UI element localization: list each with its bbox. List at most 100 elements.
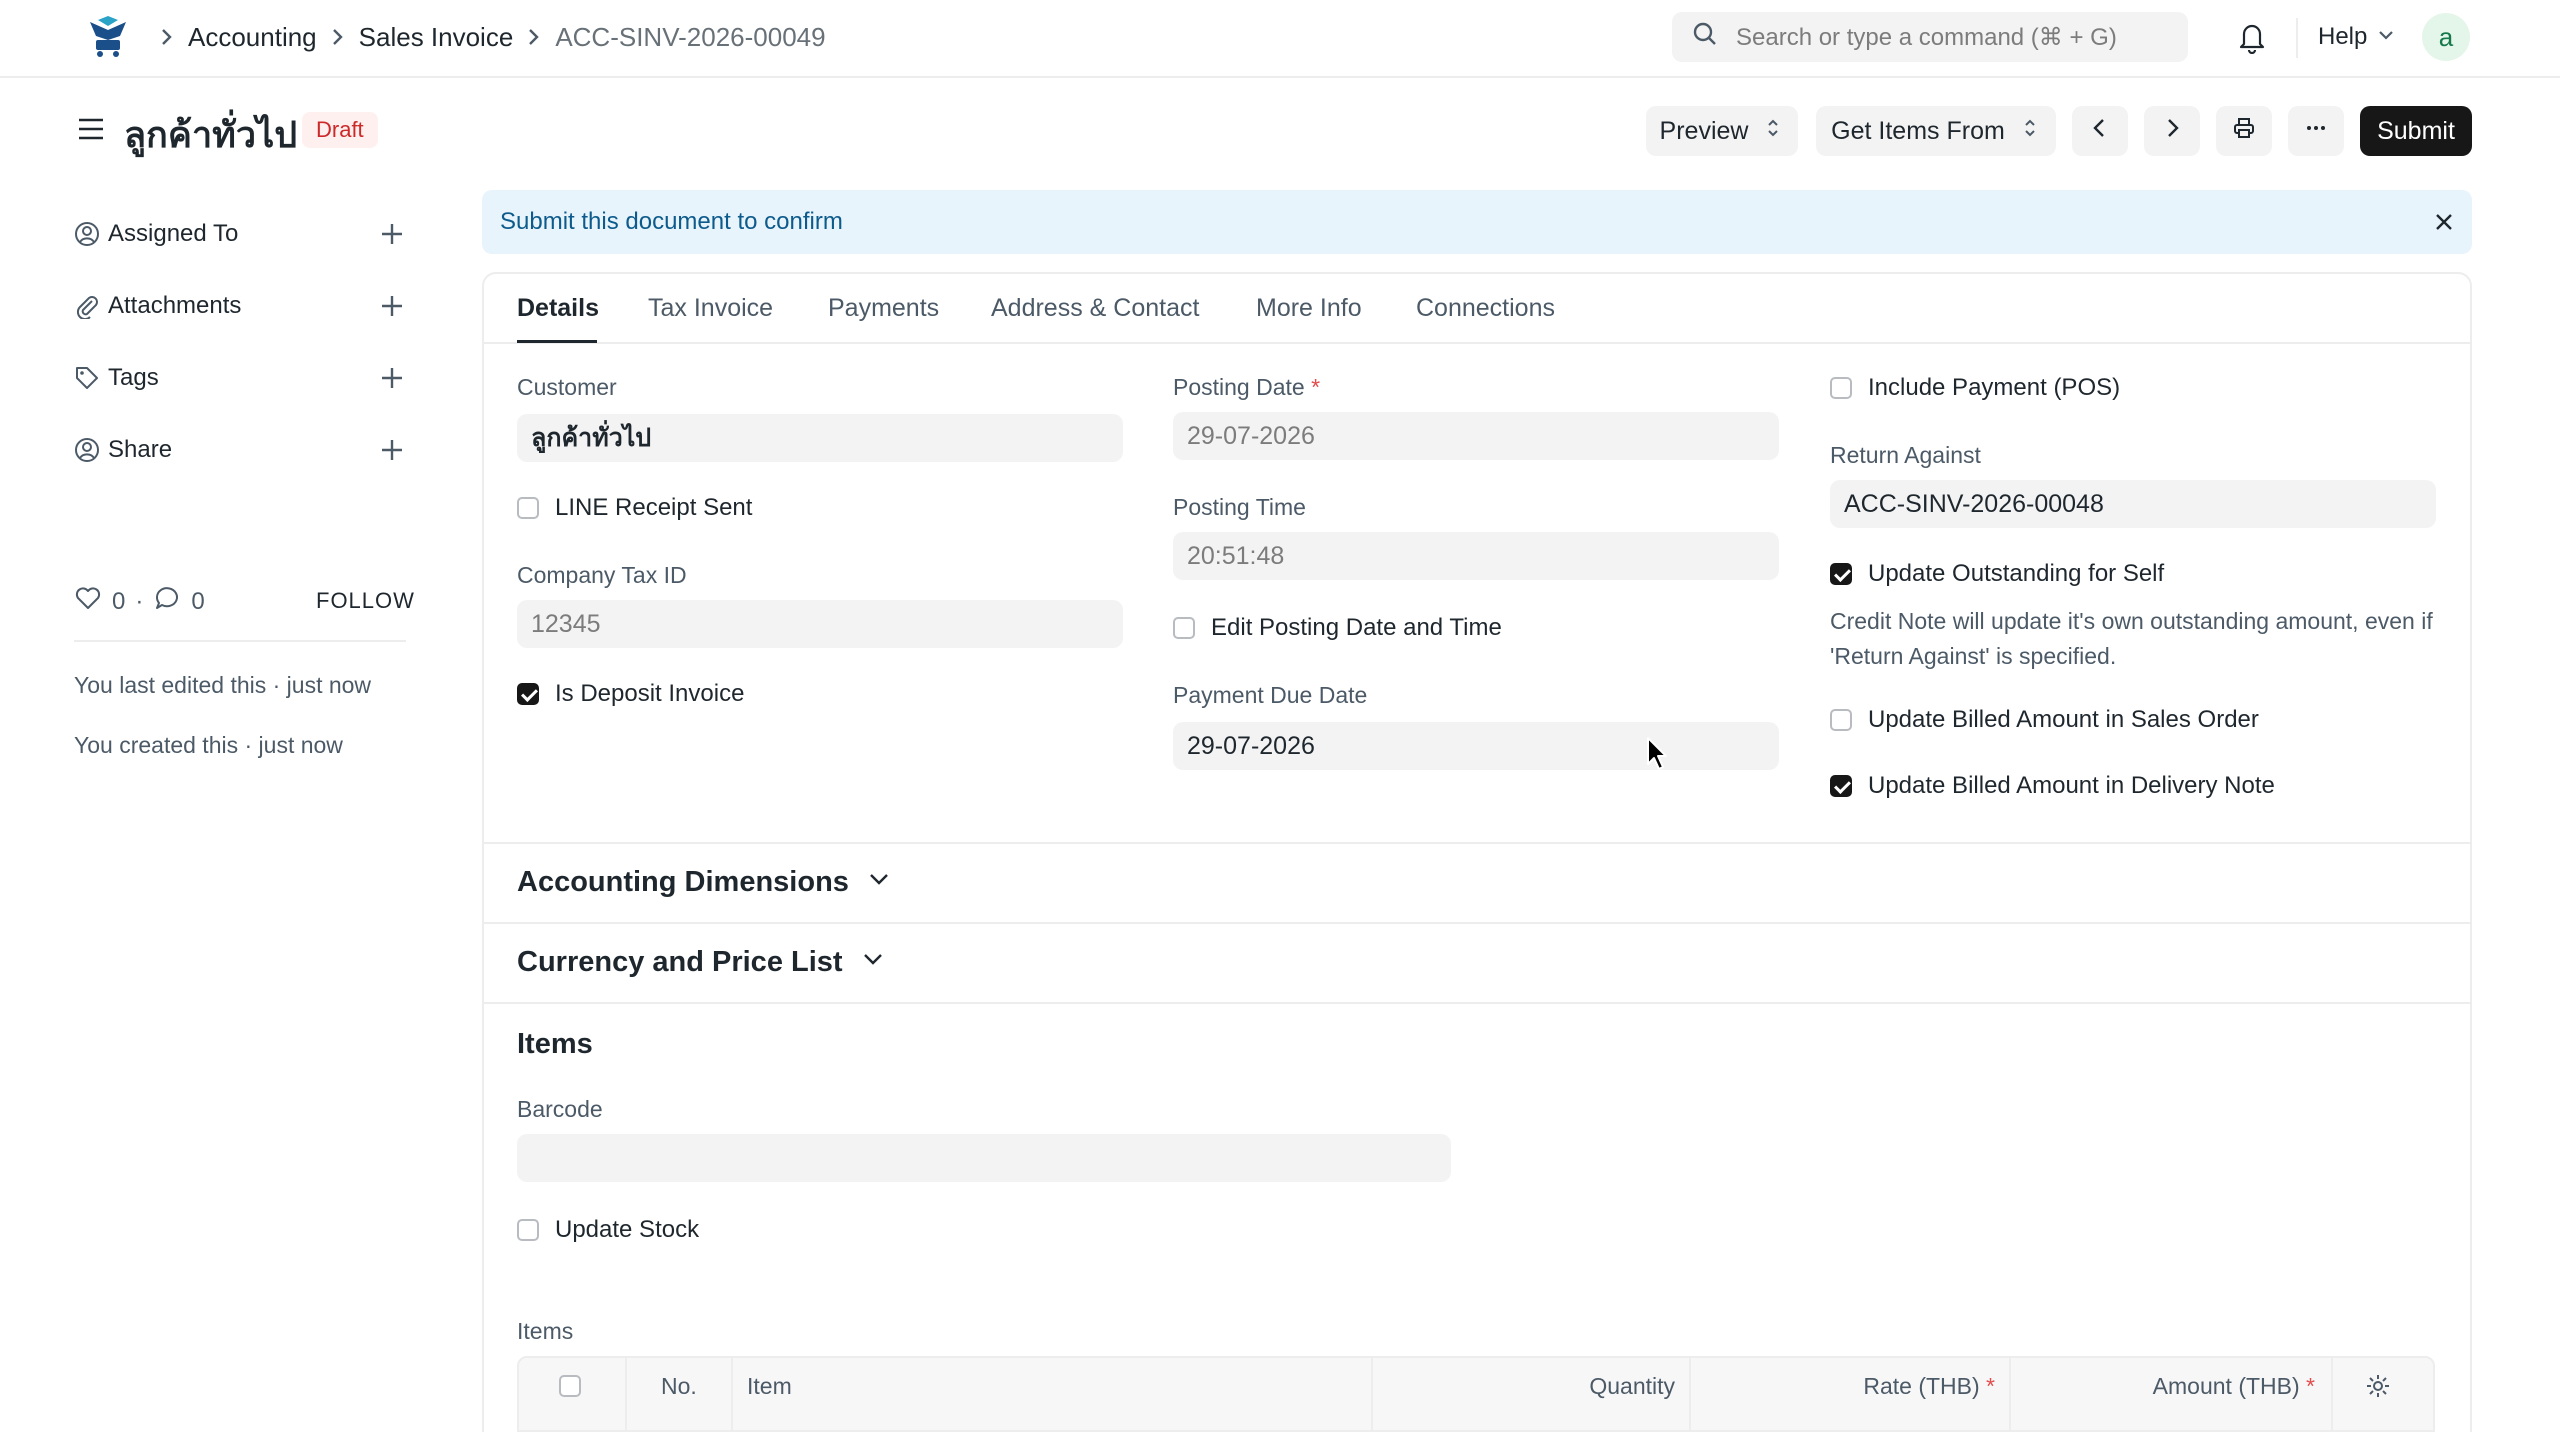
line-receipt-checkbox[interactable]: LINE Receipt Sent [517, 494, 752, 522]
search-bar[interactable]: Search or type a command (⌘ + G) [1672, 12, 2188, 62]
edit-posting-label: Edit Posting Date and Time [1211, 614, 1502, 641]
app-logo[interactable] [82, 14, 134, 62]
column-header-item: Item [747, 1372, 792, 1399]
sidebar-divider [74, 640, 406, 642]
edit-posting-checkbox[interactable]: Edit Posting Date and Time [1173, 614, 1502, 642]
search-placeholder: Search or type a command (⌘ + G) [1736, 23, 2117, 51]
navbar-divider [2296, 18, 2298, 58]
checkbox-box[interactable] [1830, 775, 1852, 797]
previous-doc-button[interactable] [2072, 106, 2128, 156]
close-icon[interactable] [2432, 210, 2456, 234]
checkbox-box[interactable] [1830, 563, 1852, 585]
add-tag-plus-icon[interactable] [378, 364, 406, 392]
tab-details[interactable]: Details [517, 294, 599, 323]
barcode-label: Barcode [517, 1096, 603, 1122]
tab-tax-invoice[interactable]: Tax Invoice [648, 294, 773, 323]
breadcrumb-sales-invoice[interactable]: Sales Invoice [359, 22, 514, 53]
barcode-field[interactable] [517, 1134, 1451, 1182]
return-against-field[interactable]: ACC-SINV-2026-00048 [1830, 480, 2436, 528]
checkbox-box[interactable] [517, 683, 539, 705]
sidebar-toggle-icon[interactable] [76, 114, 106, 144]
add-attachment-plus-icon[interactable] [378, 292, 406, 320]
breadcrumb-accounting[interactable]: Accounting [188, 22, 317, 53]
column-divider [2331, 1358, 2333, 1432]
dot-separator: · [135, 587, 144, 615]
checkbox-box[interactable] [1830, 377, 1852, 399]
update-stock-label: Update Stock [555, 1216, 700, 1243]
column-divider [625, 1358, 627, 1432]
last-edited-text: You last edited this · just now [74, 672, 372, 698]
company-tax-field[interactable]: 12345 [517, 600, 1123, 648]
preview-button[interactable]: Preview [1646, 106, 1798, 156]
follow-button[interactable]: FOLLOW [316, 588, 415, 614]
checkbox-box[interactable] [1173, 617, 1195, 639]
table-settings-gear-icon[interactable] [2365, 1358, 2391, 1414]
heart-icon[interactable] [74, 584, 102, 619]
customer-field[interactable]: ลูกค้าทั่วไป [517, 414, 1123, 462]
get-items-from-button[interactable]: Get Items From [1816, 106, 2056, 156]
line-receipt-label: LINE Receipt Sent [555, 494, 753, 521]
column-divider [2009, 1358, 2011, 1432]
more-horizontal-icon [2305, 117, 2327, 146]
sidebar-item-attachments[interactable]: Attachments [74, 286, 406, 326]
is-deposit-checkbox[interactable]: Is Deposit Invoice [517, 680, 744, 708]
update-stock-checkbox[interactable]: Update Stock [517, 1216, 699, 1244]
form-tabs: Details Tax Invoice Payments Address & C… [482, 272, 2472, 344]
tab-connections[interactable]: Connections [1416, 294, 1555, 323]
printer-icon [2233, 117, 2255, 146]
tab-more-info[interactable]: More Info [1256, 294, 1362, 323]
breadcrumb-current-doc[interactable]: ACC-SINV-2026-00049 [555, 22, 825, 53]
add-assignee-plus-icon[interactable] [378, 220, 406, 248]
submit-button[interactable]: Submit [2360, 106, 2472, 156]
company-tax-label: Company Tax ID [517, 562, 687, 588]
breadcrumb: Accounting Sales Invoice ACC-SINV-2026-0… [160, 0, 826, 74]
created-text: You created this · just now [74, 732, 343, 758]
posting-date-label: Posting Date * [1173, 374, 1320, 401]
select-all-checkbox[interactable] [559, 1358, 581, 1414]
return-against-label: Return Against [1830, 442, 1981, 468]
include-payment-checkbox[interactable]: Include Payment (POS) [1830, 374, 2120, 402]
user-avatar[interactable]: a [2422, 13, 2470, 61]
tab-address-contact[interactable]: Address & Contact [991, 294, 1199, 323]
section-divider [484, 842, 2470, 844]
update-billed-dn-checkbox[interactable]: Update Billed Amount in Delivery Note [1830, 772, 2275, 800]
help-dropdown[interactable]: Help [2318, 0, 2395, 74]
comment-icon[interactable] [153, 584, 181, 619]
posting-date-field[interactable]: 29-07-2026 [1173, 412, 1779, 460]
tag-icon [74, 365, 100, 391]
chevron-right-icon [527, 26, 541, 48]
next-doc-button[interactable] [2144, 106, 2200, 156]
rate-header-text: Rate (THB) [1863, 1372, 1980, 1399]
update-outstanding-checkbox[interactable]: Update Outstanding for Self [1830, 560, 2164, 588]
sidebar-item-label: Share [108, 436, 173, 463]
print-button[interactable] [2216, 106, 2272, 156]
tab-payments[interactable]: Payments [828, 294, 939, 323]
sidebar-item-share[interactable]: Share [74, 430, 406, 470]
add-share-plus-icon[interactable] [378, 436, 406, 464]
accounting-dimensions-section[interactable]: Accounting Dimensions [517, 866, 891, 899]
is-deposit-label: Is Deposit Invoice [555, 680, 745, 707]
active-tab-indicator [517, 340, 597, 343]
checkbox-box[interactable] [517, 1219, 539, 1241]
sidebar-item-assigned-to[interactable]: Assigned To [74, 214, 406, 254]
amount-header-text: Amount (THB) [2152, 1372, 2300, 1399]
update-billed-so-checkbox[interactable]: Update Billed Amount in Sales Order [1830, 706, 2259, 734]
update-billed-so-label: Update Billed Amount in Sales Order [1868, 706, 2259, 733]
update-outstanding-label: Update Outstanding for Self [1868, 560, 2165, 587]
due-date-field[interactable]: 29-07-2026 [1173, 722, 1779, 770]
checkbox-box[interactable] [517, 497, 539, 519]
checkbox-box[interactable] [1830, 709, 1852, 731]
include-payment-label: Include Payment (POS) [1868, 374, 2121, 401]
posting-time-field[interactable]: 20:51:48 [1173, 532, 1779, 580]
sidebar-item-tags[interactable]: Tags [74, 358, 406, 398]
column-divider [731, 1358, 733, 1432]
sidebar-item-label: Attachments [108, 292, 242, 319]
column-header-amount: Amount (THB) * [2025, 1358, 2315, 1414]
posting-date-label-text: Posting Date [1173, 374, 1305, 400]
more-actions-button[interactable] [2288, 106, 2344, 156]
column-header-rate: Rate (THB) * [1705, 1358, 1995, 1414]
column-divider [1371, 1358, 1373, 1432]
checkbox-box[interactable] [559, 1375, 581, 1397]
currency-price-list-section[interactable]: Currency and Price List [517, 946, 885, 979]
notification-bell-icon[interactable] [2236, 20, 2268, 55]
